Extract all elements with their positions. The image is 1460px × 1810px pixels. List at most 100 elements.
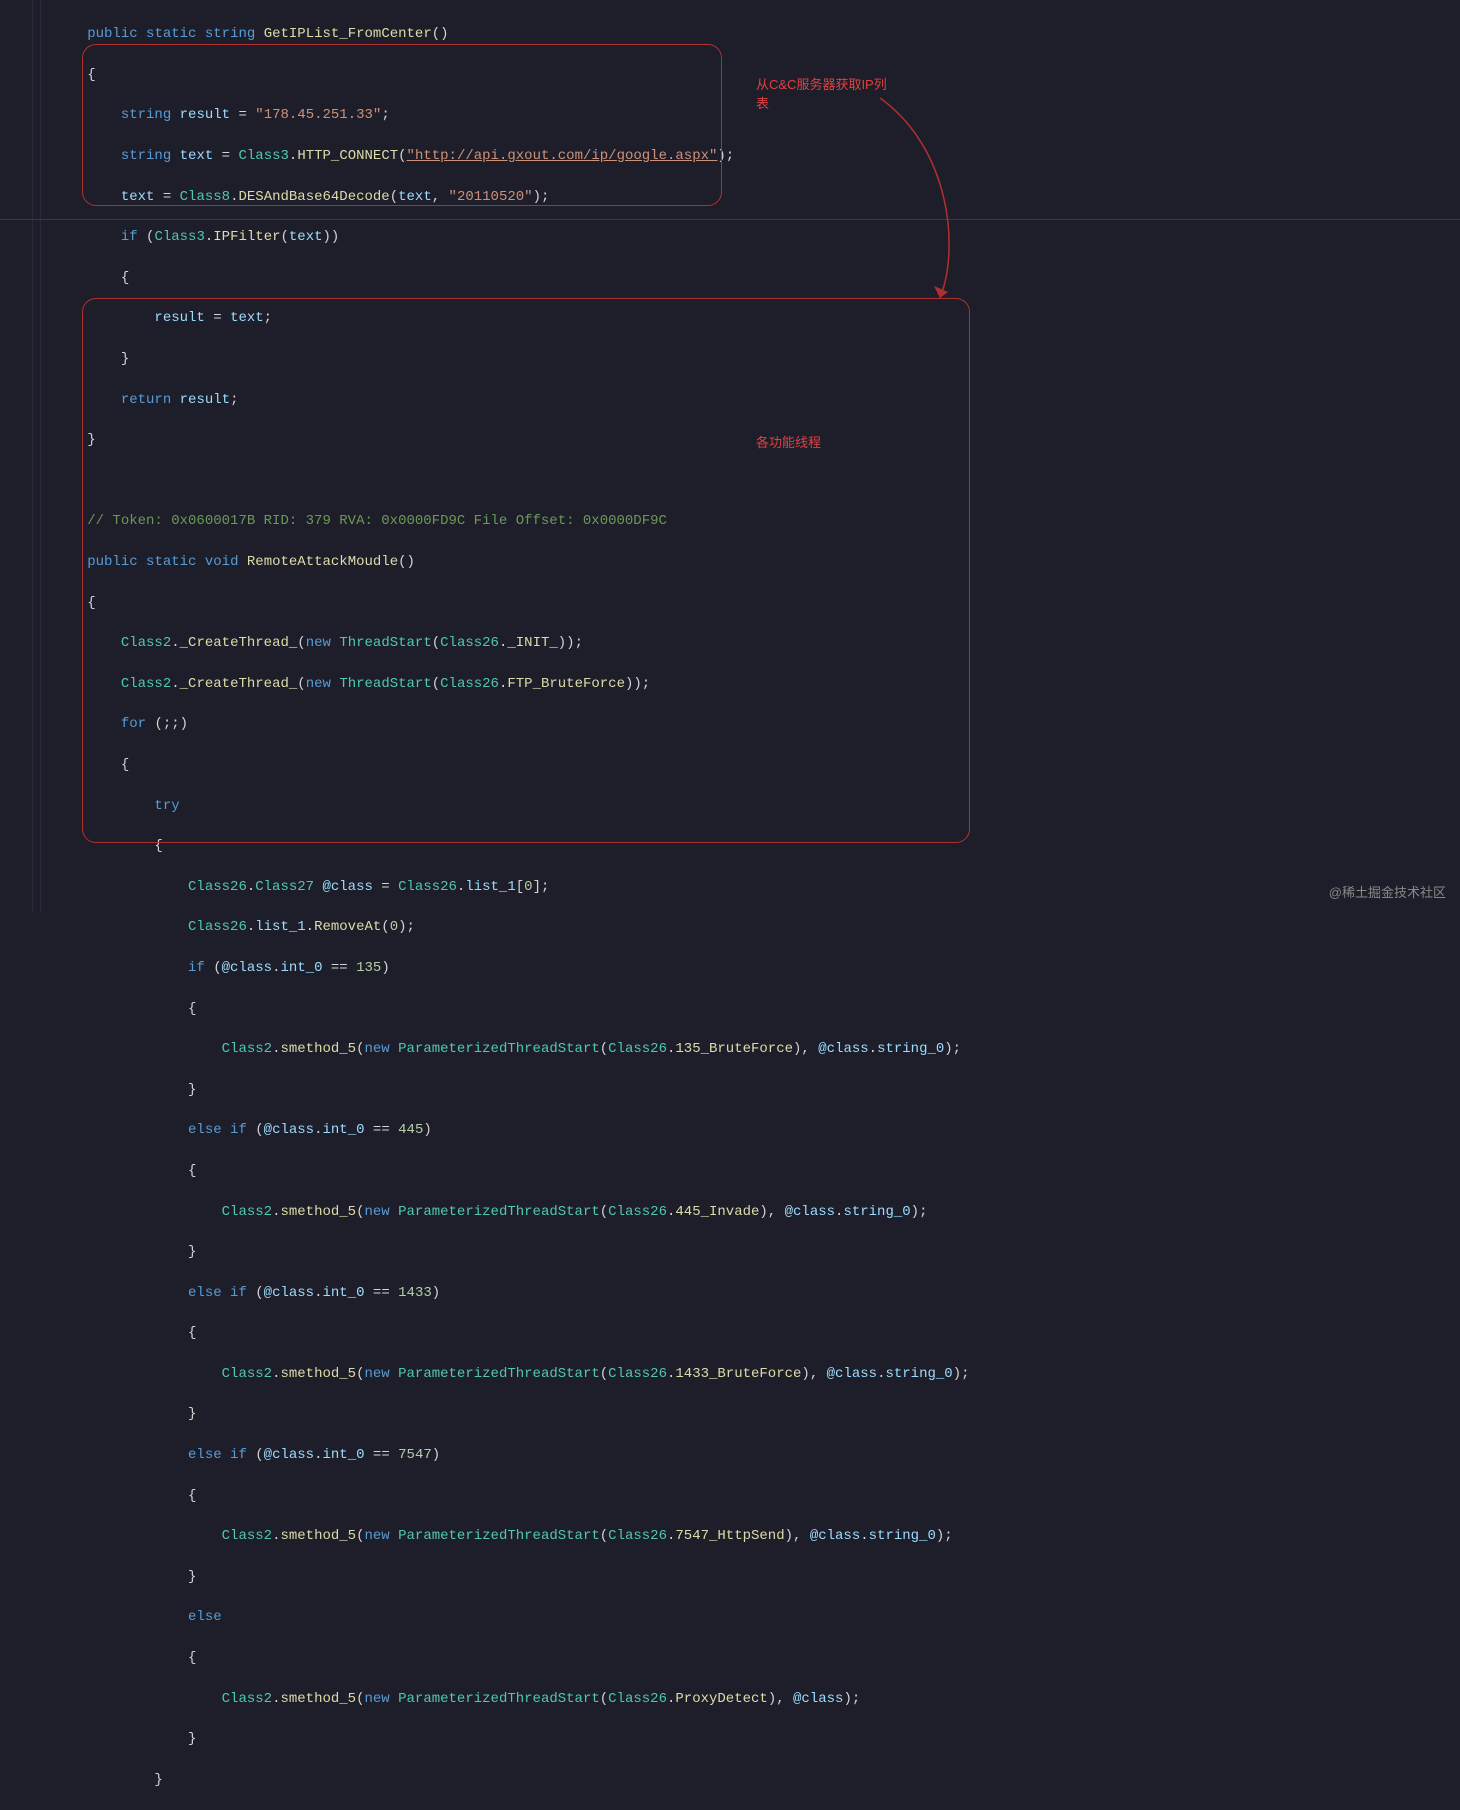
literal-date: "20110520" (449, 189, 533, 205)
method-ipfilter: IPFilter (213, 229, 280, 245)
var-atclass: @class (785, 1204, 835, 1220)
watermark: @稀土掘金技术社区 (1329, 884, 1446, 903)
keyword-public: public (87, 26, 137, 42)
var-atclass: @class (793, 1691, 843, 1707)
annotation-modules: 各功能线程 (756, 434, 821, 453)
keyword-for: for (121, 716, 146, 732)
type-class2: Class2 (121, 635, 171, 651)
type-class27: Class27 (255, 879, 314, 895)
type-class2: Class2 (222, 1204, 272, 1220)
method-smethod5: smethod_5 (280, 1528, 356, 1544)
type-class26: Class26 (440, 676, 499, 692)
comment-token: // Token: 0x0600017B RID: 379 RVA: 0x000… (87, 513, 667, 529)
literal-0: 0 (390, 919, 398, 935)
field-int0: int_0 (323, 1122, 365, 1138)
var-text: text (230, 310, 264, 326)
type-class26: Class26 (608, 1691, 667, 1707)
type-pts: ParameterizedThreadStart (398, 1691, 600, 1707)
method-smethod5: smethod_5 (280, 1041, 356, 1057)
type-class3: Class3 (154, 229, 204, 245)
type-class26: Class26 (608, 1041, 667, 1057)
keyword-new: new (365, 1041, 390, 1057)
method-smethod5: smethod_5 (280, 1204, 356, 1220)
method-httpconnect: HTTP_CONNECT (297, 148, 398, 164)
var-result: result (180, 392, 230, 408)
method-1433brute: 1433_BruteForce (675, 1366, 801, 1382)
literal-ip: "178.45.251.33" (255, 107, 381, 123)
type-threadstart: ThreadStart (339, 676, 431, 692)
type-class2: Class2 (222, 1528, 272, 1544)
var-atclass: @class (827, 1366, 877, 1382)
type-class26: Class26 (188, 879, 247, 895)
literal-1433: 1433 (398, 1285, 432, 1301)
field-int0: int_0 (323, 1285, 365, 1301)
type-pts: ParameterizedThreadStart (398, 1204, 600, 1220)
field-int0: int_0 (323, 1447, 365, 1463)
type-pts: ParameterizedThreadStart (398, 1366, 600, 1382)
keyword-try: try (154, 798, 179, 814)
type-class2: Class2 (222, 1366, 272, 1382)
type-string: string (205, 26, 255, 42)
type-class2: Class2 (121, 676, 171, 692)
keyword-return: return (121, 392, 171, 408)
keyword-void: void (205, 554, 239, 570)
keyword-else: else (188, 1447, 222, 1463)
var-text: text (121, 189, 155, 205)
literal-135: 135 (356, 960, 381, 976)
type-class2: Class2 (222, 1691, 272, 1707)
keyword-static: static (146, 26, 196, 42)
var-atclass: @class (264, 1122, 314, 1138)
method-remoteattack: RemoteAttackMoudle (247, 554, 398, 570)
annotation-fetch-ip: 从C&C服务器获取IP列表 (756, 76, 896, 114)
var-text: text (398, 189, 432, 205)
type-pts: ParameterizedThreadStart (398, 1041, 600, 1057)
var-text: text (180, 148, 214, 164)
method-proxydetect: ProxyDetect (675, 1691, 767, 1707)
var-atclass: @class (264, 1285, 314, 1301)
literal-445: 445 (398, 1122, 423, 1138)
keyword-if: if (230, 1285, 247, 1301)
method-445invade: 445_Invade (675, 1204, 759, 1220)
section-separator (0, 219, 1460, 220)
var-result: result (154, 310, 204, 326)
var-atclass: @class (264, 1447, 314, 1463)
method-removeat: RemoveAt (314, 919, 381, 935)
var-atclass: @class (322, 879, 372, 895)
method-getiplist: GetIPList_FromCenter (264, 26, 432, 42)
method-7547httpsend: 7547_HttpSend (675, 1528, 784, 1544)
type-class26: Class26 (188, 919, 247, 935)
type-class8: Class8 (180, 189, 230, 205)
code-editor: public static string GetIPList_FromCente… (0, 0, 1460, 1810)
type-string: string (121, 148, 171, 164)
keyword-else: else (188, 1122, 222, 1138)
type-class26: Class26 (440, 635, 499, 651)
method-createthread: _CreateThread_ (180, 635, 298, 651)
type-class26: Class26 (608, 1528, 667, 1544)
field-string0: string_0 (869, 1528, 936, 1544)
keyword-if: if (121, 229, 138, 245)
type-pts: ParameterizedThreadStart (398, 1528, 600, 1544)
field-list1: list_1 (465, 879, 515, 895)
field-string0: string_0 (885, 1366, 952, 1382)
keyword-new: new (365, 1691, 390, 1707)
field-list1: list_1 (255, 919, 305, 935)
keyword-if: if (230, 1447, 247, 1463)
keyword-else: else (188, 1609, 222, 1625)
type-class26: Class26 (608, 1366, 667, 1382)
field-string0: string_0 (877, 1041, 944, 1057)
method-135brute: 135_BruteForce (675, 1041, 793, 1057)
var-result: result (180, 107, 230, 123)
keyword-if: if (188, 960, 205, 976)
keyword-new: new (306, 635, 331, 651)
var-atclass: @class (818, 1041, 868, 1057)
method-ftpbrute: FTP_BruteForce (507, 676, 625, 692)
field-int0: int_0 (280, 960, 322, 976)
type-threadstart: ThreadStart (339, 635, 431, 651)
keyword-else: else (188, 1285, 222, 1301)
keyword-public: public (87, 554, 137, 570)
type-class2: Class2 (222, 1041, 272, 1057)
literal-7547: 7547 (398, 1447, 432, 1463)
keyword-if: if (230, 1122, 247, 1138)
var-atclass: @class (222, 960, 272, 976)
literal-0: 0 (524, 879, 532, 895)
